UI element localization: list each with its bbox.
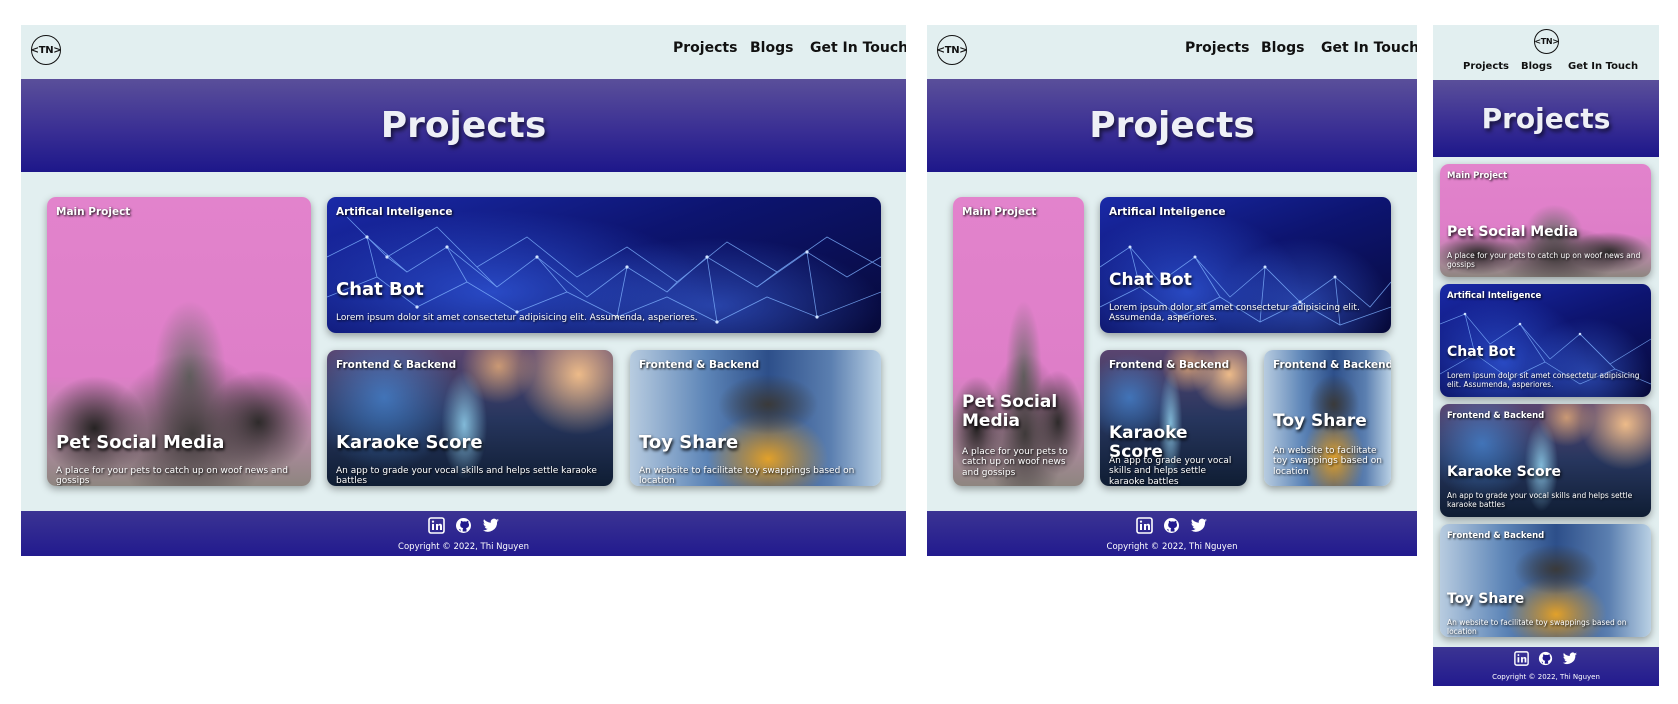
card-description: A place for your pets to catch up on woo… xyxy=(962,447,1068,478)
github-icon[interactable] xyxy=(1163,517,1180,534)
card-title: Chat Bot xyxy=(336,279,424,300)
nav-blogs[interactable]: Blogs xyxy=(1261,40,1304,56)
twitter-icon[interactable] xyxy=(1562,651,1578,666)
nav-get-in-touch[interactable]: Get In Touch xyxy=(1321,40,1417,56)
logo[interactable]: <TN> xyxy=(31,35,62,65)
github-icon[interactable] xyxy=(1538,651,1553,666)
card-tag: Artifical Inteligence xyxy=(1109,206,1226,218)
nav-blogs[interactable]: Blogs xyxy=(1521,61,1552,72)
card-title: Chat Bot xyxy=(1447,344,1516,360)
social-icons xyxy=(927,517,1417,534)
nav-projects[interactable]: Projects xyxy=(1185,40,1249,56)
card-description: An website to facilitate toy swappings b… xyxy=(639,466,855,486)
card-toy-share[interactable]: Frontend & Backend Toy Share An website … xyxy=(1440,524,1651,637)
card-toy-share[interactable]: Frontend & Backend Toy Share An website … xyxy=(630,350,881,486)
copyright-text: Copyright © 2022, Thi Nguyen xyxy=(398,542,529,552)
social-icons xyxy=(21,517,906,534)
navbar: <TN> Projects Blogs Get In Touch xyxy=(927,25,1417,79)
card-title: Toy Share xyxy=(1273,411,1367,431)
page-title: Projects xyxy=(1481,102,1611,135)
card-title: Karaoke Score xyxy=(1447,464,1561,480)
footer: Copyright © 2022, Thi Nguyen xyxy=(1433,647,1659,686)
card-description: Lorem ipsum dolor sit amet consectetur a… xyxy=(336,313,698,323)
page-title: Projects xyxy=(380,105,547,146)
card-tag: Main Project xyxy=(56,206,131,218)
mobile-layout: <TN> Projects Blogs Get In Touch Project… xyxy=(1433,25,1659,686)
card-karaoke-score[interactable]: Frontend & Backend Karaoke Score An app … xyxy=(1100,350,1247,486)
card-tag: Frontend & Backend xyxy=(1273,359,1391,371)
footer: Copyright © 2022, Thi Nguyen xyxy=(21,511,906,556)
twitter-icon[interactable] xyxy=(482,517,500,534)
card-tag: Artifical Inteligence xyxy=(1447,291,1542,301)
tablet-layout: <TN> Projects Blogs Get In Touch Project… xyxy=(927,25,1417,556)
desktop-layout: <TN> Projects Blogs Get In Touch Project… xyxy=(21,25,906,556)
card-tag: Frontend & Backend xyxy=(1447,531,1545,541)
card-karaoke-score[interactable]: Frontend & Backend Karaoke Score An app … xyxy=(1440,404,1651,517)
card-description: A place for your pets to catch up on woo… xyxy=(56,466,288,486)
card-description: Lorem ipsum dolor sit amet consectetur a… xyxy=(1109,303,1360,324)
card-title: Karaoke Score xyxy=(336,432,483,453)
card-tag: Main Project xyxy=(1447,171,1508,181)
navbar: <TN> Projects Blogs Get In Touch xyxy=(1433,25,1659,80)
hero-banner: Projects xyxy=(1433,80,1659,157)
card-chat-bot[interactable]: Artifical Inteligence Chat Bot Lorem ips… xyxy=(327,197,881,333)
card-tag: Frontend & Backend xyxy=(639,359,760,371)
linkedin-icon[interactable] xyxy=(427,517,445,534)
card-chat-bot[interactable]: Artifical Inteligence Chat Bot Lorem ips… xyxy=(1440,284,1651,397)
card-title: Pet Social Media xyxy=(962,392,1058,431)
card-tag: Frontend & Backend xyxy=(1109,359,1230,371)
card-tag: Artifical Inteligence xyxy=(336,206,453,218)
logo[interactable]: <TN> xyxy=(1534,29,1559,54)
nav-projects[interactable]: Projects xyxy=(673,40,737,56)
card-title: Pet Social Media xyxy=(56,432,225,453)
twitter-icon[interactable] xyxy=(1190,517,1208,534)
card-description: Lorem ipsum dolor sit amet consectetur a… xyxy=(1447,371,1640,389)
social-icons xyxy=(1433,651,1659,666)
card-toy-share[interactable]: Frontend & Backend Toy Share An website … xyxy=(1264,350,1391,486)
card-title: Toy Share xyxy=(1447,591,1525,607)
nav-projects[interactable]: Projects xyxy=(1463,61,1509,72)
card-description: An app to grade your vocal skills and he… xyxy=(336,466,597,486)
hero-banner: Projects xyxy=(927,79,1417,172)
nav-blogs[interactable]: Blogs xyxy=(750,40,793,56)
card-description: An app to grade your vocal skills and he… xyxy=(1447,491,1633,509)
linkedin-icon[interactable] xyxy=(1136,517,1153,534)
card-title: Toy Share xyxy=(639,432,739,453)
copyright-text: Copyright © 2022, Thi Nguyen xyxy=(1492,673,1600,681)
card-description: An app to grade your vocal skills and he… xyxy=(1109,456,1232,486)
card-pet-social-media[interactable]: Main Project Pet Social Media A place fo… xyxy=(47,197,311,486)
card-tag: Main Project xyxy=(962,206,1037,218)
card-pet-social-media[interactable]: Main Project Pet Social Media A place fo… xyxy=(1440,164,1651,277)
card-description: An website to facilitate toy swappings b… xyxy=(1273,446,1382,477)
card-description: An website to facilitate toy swappings b… xyxy=(1447,618,1627,636)
card-chat-bot[interactable]: Artifical Inteligence Chat Bot Lorem ips… xyxy=(1100,197,1391,333)
logo[interactable]: <TN> xyxy=(937,35,968,65)
card-karaoke-score[interactable]: Frontend & Backend Karaoke Score An app … xyxy=(327,350,613,486)
card-description: A place for your pets to catch up on woo… xyxy=(1447,251,1641,269)
card-title: Pet Social Media xyxy=(1447,224,1578,240)
hero-banner: Projects xyxy=(21,79,906,172)
footer: Copyright © 2022, Thi Nguyen xyxy=(927,511,1417,556)
github-icon[interactable] xyxy=(455,517,472,534)
linkedin-icon[interactable] xyxy=(1514,651,1529,666)
page-title: Projects xyxy=(1089,105,1255,146)
card-title: Chat Bot xyxy=(1109,270,1192,290)
card-pet-social-media[interactable]: Main Project Pet Social Media A place fo… xyxy=(953,197,1084,486)
nav-get-in-touch[interactable]: Get In Touch xyxy=(1568,61,1638,72)
copyright-text: Copyright © 2022, Thi Nguyen xyxy=(1106,542,1238,552)
nav-get-in-touch[interactable]: Get In Touch xyxy=(810,40,906,56)
card-image xyxy=(953,197,1084,486)
navbar: <TN> Projects Blogs Get In Touch xyxy=(21,25,906,79)
card-tag: Frontend & Backend xyxy=(1447,411,1545,421)
card-tag: Frontend & Backend xyxy=(336,359,457,371)
